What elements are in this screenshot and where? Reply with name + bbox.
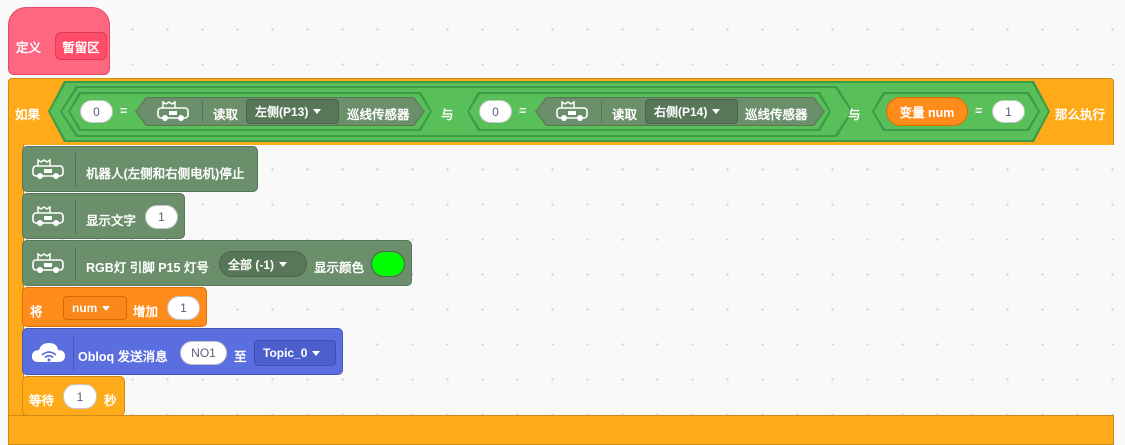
obloq-message: NO1 <box>191 346 216 360</box>
robot-car-icon <box>32 158 64 179</box>
cond1-sensor-option: 左侧(P13) <box>255 105 309 119</box>
obloq-label: Obloq 发送消息 <box>78 350 168 364</box>
obloq-topic-option: Topic_0 <box>263 346 308 360</box>
show-text-label: 显示文字 <box>86 214 137 228</box>
chevron-down-icon <box>712 109 721 114</box>
robot-car-icon <box>32 252 64 273</box>
cond1-read-label: 读取 <box>213 108 239 122</box>
robot-stop-label: 机器人(左侧和右侧电机)停止 <box>86 167 245 181</box>
cond2-sensor-name: 巡线传感器 <box>745 108 808 122</box>
robot-stop-block[interactable]: 机器人(左侧和右侧电机)停止 <box>22 146 258 192</box>
procedure-name: 暂留区 <box>62 40 100 55</box>
variable-dropdown[interactable]: num <box>63 296 127 320</box>
cond1-value: 0 <box>93 104 100 119</box>
rgb-led-number-dropdown[interactable]: 全部 (-1) <box>219 251 307 277</box>
rgb-label: RGB灯 引脚 P15 灯号 <box>86 261 209 275</box>
and-label-1: 与 <box>441 108 454 122</box>
if-block-footer <box>8 415 1114 445</box>
obloq-to-label: 至 <box>234 350 247 364</box>
wait-label: 等待 <box>29 394 55 408</box>
chevron-down-icon <box>102 305 111 311</box>
cond3-value-input[interactable]: 1 <box>992 100 1025 123</box>
obloq-topic-dropdown[interactable]: Topic_0 <box>254 340 336 366</box>
cond1-sensor-name: 巡线传感器 <box>347 108 410 122</box>
change-var-prefix: 将 <box>30 305 43 319</box>
change-var-value: 1 <box>180 301 187 315</box>
if-label: 如果 <box>15 108 41 122</box>
cond1-sensor-dropdown[interactable]: 左侧(P13) <box>246 99 339 124</box>
variable-option: num <box>72 301 98 315</box>
define-label: 定义 <box>16 41 42 55</box>
wait-block[interactable]: 等待 1 秒 <box>22 376 125 416</box>
show-text-block[interactable]: 显示文字 1 <box>22 193 185 239</box>
obloq-message-input[interactable]: NO1 <box>180 341 227 365</box>
obloq-send-block[interactable]: Obloq 发送消息 NO1 至 Topic_0 <box>22 328 343 375</box>
chevron-down-icon <box>279 261 287 267</box>
procedure-name-field[interactable]: 暂留区 <box>55 32 107 60</box>
rgb-led-block[interactable]: RGB灯 引脚 P15 灯号 全部 (-1) 显示颜色 <box>22 240 412 286</box>
rgb-led-option: 全部 (-1) <box>228 257 274 272</box>
change-var-input[interactable]: 1 <box>167 296 200 320</box>
show-text-input[interactable]: 1 <box>145 205 178 229</box>
define-block[interactable]: 定义 暂留区 <box>8 7 110 75</box>
wifi-cloud-icon <box>31 343 65 362</box>
and-label-2: 与 <box>848 108 861 122</box>
wait-seconds-input[interactable]: 1 <box>63 384 97 409</box>
change-variable-block[interactable]: 将 num 增加 1 <box>22 287 207 327</box>
variable-num-reporter[interactable]: 变量 num <box>886 97 968 126</box>
robot-car-icon <box>32 205 64 226</box>
variable-num-label: 变量 num <box>899 106 955 120</box>
chevron-down-icon <box>312 350 321 356</box>
cond2-value: 0 <box>492 104 499 119</box>
cond2-read-label: 读取 <box>612 108 638 122</box>
cond3-value: 1 <box>1005 104 1012 119</box>
robot-car-icon <box>157 100 189 121</box>
robot-car-icon <box>556 100 588 121</box>
show-text-value: 1 <box>158 210 165 224</box>
wait-value: 1 <box>76 389 84 404</box>
cond3-eq: = <box>975 104 983 118</box>
cond2-sensor-option: 右侧(P14) <box>654 105 708 119</box>
cond2-value-input[interactable]: 0 <box>479 100 512 123</box>
cond2-eq: = <box>519 104 527 118</box>
wait-unit: 秒 <box>104 394 117 408</box>
cond1-eq: = <box>120 104 128 118</box>
change-var-suffix: 增加 <box>133 305 159 319</box>
then-label: 那么执行 <box>1055 108 1106 122</box>
cond1-value-input[interactable]: 0 <box>80 100 113 123</box>
chevron-down-icon <box>313 109 322 114</box>
color-picker-swatch[interactable] <box>371 251 405 277</box>
show-color-label: 显示颜色 <box>314 261 365 275</box>
cond2-sensor-dropdown[interactable]: 右侧(P14) <box>645 99 738 124</box>
